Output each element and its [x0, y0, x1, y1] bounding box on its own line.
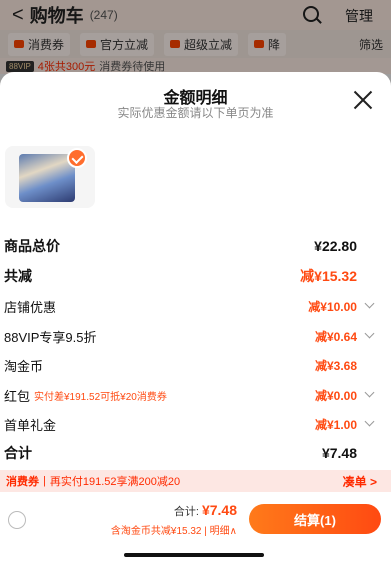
row-label: 商品总价: [4, 238, 60, 254]
row-value: 减¥10.00: [308, 299, 357, 314]
promo-bar[interactable]: 消费券 | 再实付191.52享满200减20 凑单 >: [0, 470, 391, 492]
total-label: 合计:: [173, 506, 199, 518]
row-shop-discount[interactable]: 店铺优惠 减¥10.00: [0, 294, 391, 318]
row-value: 减¥3.68: [314, 358, 357, 373]
promo-divider: |: [43, 475, 46, 487]
chevron-down-icon: [364, 387, 375, 398]
row-first-order-gift[interactable]: 首单礼金 减¥1.00: [0, 412, 391, 436]
chevron-down-icon: [364, 298, 375, 309]
chevron-down-icon: [364, 416, 375, 427]
row-value: 减¥1.00: [314, 417, 357, 432]
detail-toggle[interactable]: 明细∧: [210, 526, 237, 537]
row-value: 减¥15.32: [300, 268, 357, 284]
add-items-link[interactable]: 凑单 >: [343, 473, 377, 490]
promo-text: 再实付191.52享满200减20: [49, 476, 181, 488]
row-label: 首单礼金: [4, 417, 57, 433]
total-line: 合计: ¥7.48: [174, 502, 237, 519]
row-value: ¥7.48: [321, 445, 357, 461]
checkout-button[interactable]: 结算(1): [249, 504, 381, 534]
close-icon[interactable]: [353, 90, 373, 110]
home-indicator: [124, 553, 264, 557]
row-label: 淘金币: [4, 358, 44, 374]
row-label: 合计: [4, 445, 32, 461]
checkmark-icon: [67, 148, 87, 168]
row-vip-discount[interactable]: 88VIP专享9.5折 减¥0.64: [0, 324, 391, 348]
row-value: 减¥0.64: [314, 329, 357, 344]
checkout-bar: 合计: ¥7.48 含淘金币共减¥15.32 | 明细∧ 结算(1): [0, 492, 391, 571]
row-value: ¥22.80: [314, 238, 357, 254]
row-value: 减¥0.00: [314, 388, 357, 403]
discount-text: 含淘金币共减¥15.32: [110, 526, 202, 537]
row-red-packet[interactable]: 红包 实付差¥191.52可抵¥20消费券 减¥0.00: [0, 383, 391, 407]
red-packet-note: 实付差¥191.52可抵¥20消费券: [34, 391, 167, 403]
row-taojinbi: 淘金币 减¥3.68: [0, 353, 391, 377]
row-label: 共减: [4, 268, 32, 284]
select-all-checkbox[interactable]: [8, 511, 26, 529]
chevron-down-icon: [364, 328, 375, 339]
row-label: 店铺优惠: [4, 299, 57, 315]
promo-label: 消费券: [6, 476, 39, 488]
row-label: 88VIP专享9.5折: [4, 329, 97, 345]
row-label: 红包: [4, 388, 31, 404]
row-total: 合计 ¥7.48: [0, 441, 391, 465]
discount-summary: 含淘金币共减¥15.32 | 明细∧: [111, 522, 237, 537]
sheet-subtitle: 实际优惠金额请以下单页为准: [117, 106, 274, 120]
total-value: ¥7.48: [201, 502, 237, 518]
product-thumbnail[interactable]: [5, 146, 95, 208]
row-total-discount: 共减 减¥15.32: [0, 264, 391, 288]
row-subtotal: 商品总价 ¥22.80: [0, 234, 391, 258]
